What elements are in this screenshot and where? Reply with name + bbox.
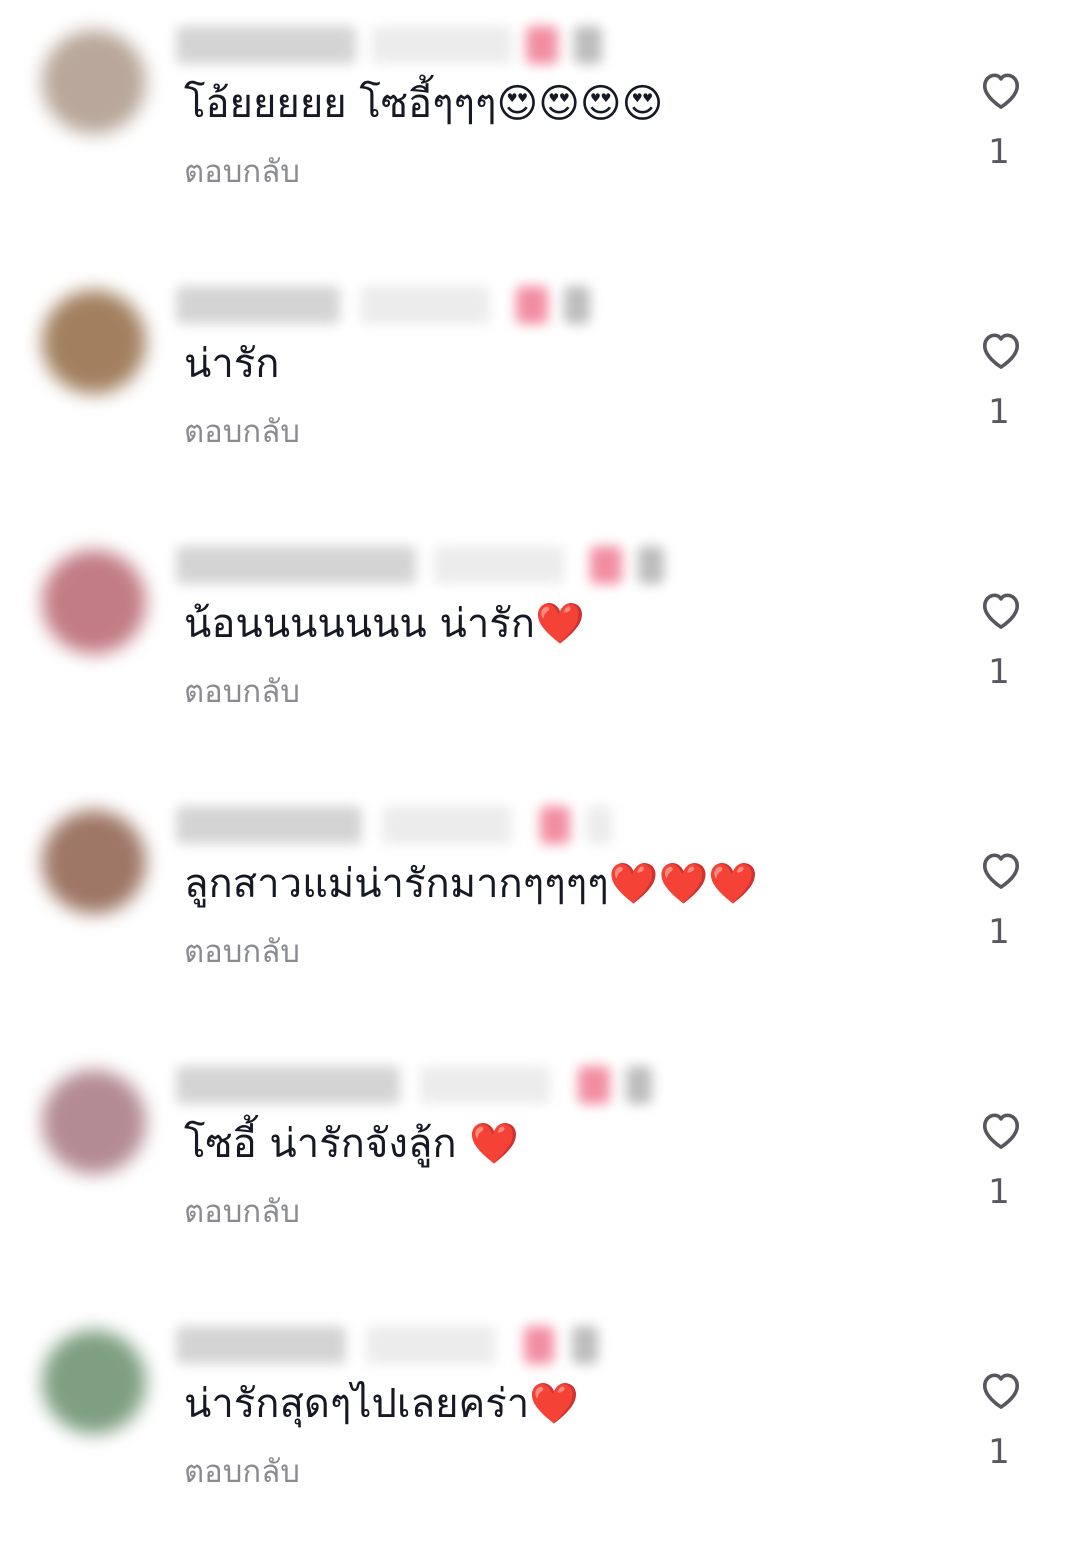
like-button[interactable]: 1 xyxy=(968,50,1034,180)
comment-list: โอ้ยยยยย โซอี้ๆๆๆ😍😍😍😍 ตอบกลับ 1 น่ารัก ต… xyxy=(0,0,1080,1553)
like-count: 1 xyxy=(988,392,1010,432)
like-button[interactable]: 1 xyxy=(968,1350,1034,1480)
username-blurred[interactable] xyxy=(176,1056,652,1114)
like-count: 1 xyxy=(988,1172,1010,1212)
comment-item: โซอี้ น่ารักจังลู้ก ❤️ ตอบกลับ 1 xyxy=(0,1040,1080,1300)
comment-text: โซอี้ น่ารักจังลู้ก ❤️ xyxy=(184,1121,520,1167)
reply-button[interactable]: ตอบกลับ xyxy=(184,1450,300,1494)
comment-text: น่ารักสุดๆไปเลยคร่า❤️ xyxy=(184,1381,580,1427)
comment-text: ลูกสาวแม่น่ารักมากๆๆๆๆ❤️❤️❤️ xyxy=(184,861,759,907)
username-blurred[interactable] xyxy=(176,796,616,854)
like-button[interactable]: 1 xyxy=(968,830,1034,960)
comment-item: น่ารักสุดๆไปเลยคร่า❤️ ตอบกลับ 1 xyxy=(0,1300,1080,1553)
heart-outline-icon xyxy=(982,593,1020,629)
heart-outline-icon xyxy=(982,333,1020,369)
comment-text: น่ารัก xyxy=(184,341,280,387)
comment-text: น้อนนนนนนน น่ารัก❤️ xyxy=(184,601,585,647)
like-count: 1 xyxy=(988,132,1010,172)
heart-outline-icon xyxy=(982,73,1020,109)
comment-item: โอ้ยยยยย โซอี้ๆๆๆ😍😍😍😍 ตอบกลับ 1 xyxy=(0,0,1080,260)
comment-item: ลูกสาวแม่น่ารักมากๆๆๆๆ❤️❤️❤️ ตอบกลับ 1 xyxy=(0,780,1080,1040)
username-blurred[interactable] xyxy=(176,1316,616,1374)
avatar[interactable] xyxy=(42,810,146,914)
reply-button[interactable]: ตอบกลับ xyxy=(184,1190,300,1234)
reply-button[interactable]: ตอบกลับ xyxy=(184,930,300,974)
like-button[interactable]: 1 xyxy=(968,1090,1034,1220)
avatar[interactable] xyxy=(42,550,146,654)
reply-button[interactable]: ตอบกลับ xyxy=(184,410,300,454)
like-count: 1 xyxy=(988,652,1010,692)
avatar[interactable] xyxy=(42,290,146,394)
like-count: 1 xyxy=(988,912,1010,952)
like-button[interactable]: 1 xyxy=(968,310,1034,440)
avatar[interactable] xyxy=(42,1330,146,1434)
avatar[interactable] xyxy=(42,30,146,134)
username-blurred[interactable] xyxy=(176,16,616,74)
comment-text: โอ้ยยยยย โซอี้ๆๆๆ😍😍😍😍 xyxy=(184,81,664,127)
reply-button[interactable]: ตอบกลับ xyxy=(184,150,300,194)
like-button[interactable]: 1 xyxy=(968,570,1034,700)
avatar[interactable] xyxy=(42,1070,146,1174)
comment-item: น้อนนนนนนน น่ารัก❤️ ตอบกลับ 1 xyxy=(0,520,1080,780)
comment-item: น่ารัก ตอบกลับ 1 xyxy=(0,260,1080,520)
reply-button[interactable]: ตอบกลับ xyxy=(184,670,300,714)
username-blurred[interactable] xyxy=(176,536,664,594)
heart-outline-icon xyxy=(982,1373,1020,1409)
like-count: 1 xyxy=(988,1432,1010,1472)
heart-outline-icon xyxy=(982,853,1020,889)
username-blurred[interactable] xyxy=(176,276,616,334)
heart-outline-icon xyxy=(982,1113,1020,1149)
